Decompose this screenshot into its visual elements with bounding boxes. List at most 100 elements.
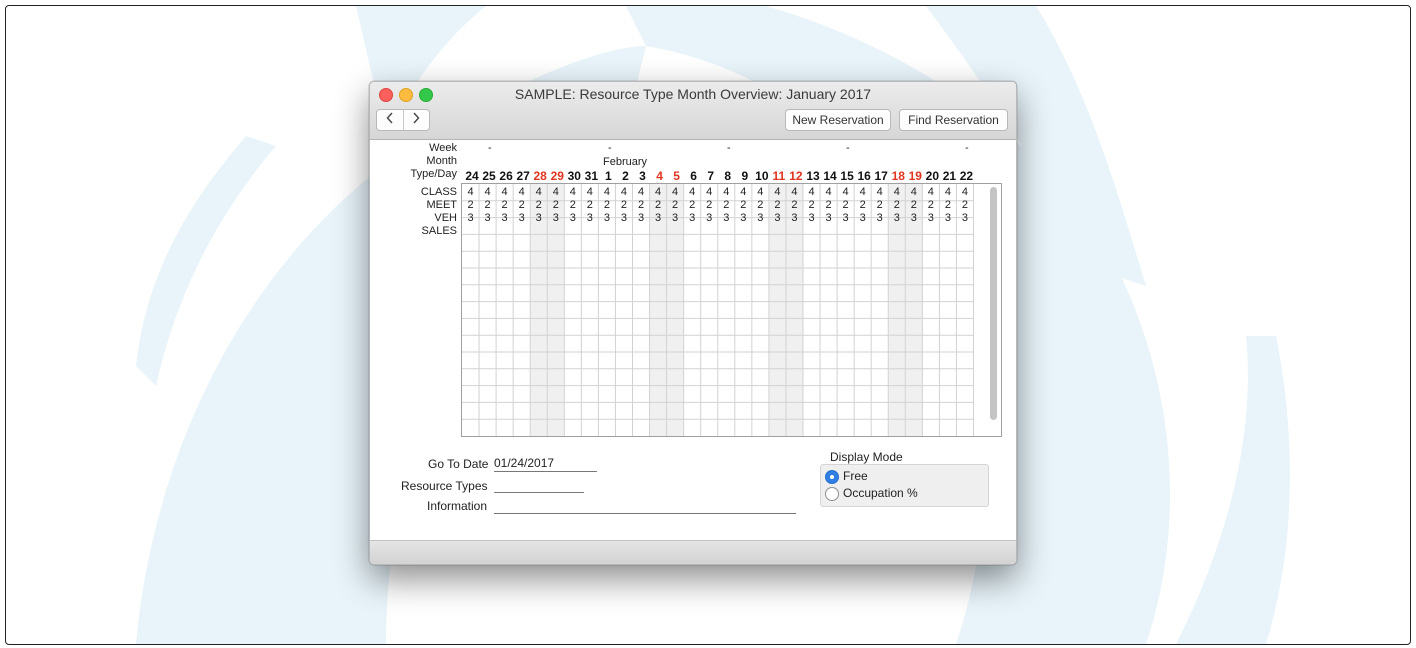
availability-cell[interactable]: 2 [871,199,888,211]
availability-cell[interactable]: 3 [888,212,905,224]
availability-cell[interactable]: 2 [769,199,786,211]
availability-cell[interactable]: 2 [939,199,956,211]
availability-cell[interactable]: 2 [786,199,803,211]
availability-cell[interactable]: 2 [667,199,684,211]
availability-cell[interactable]: 3 [479,212,496,224]
availability-cell[interactable]: 3 [786,212,803,224]
availability-cell[interactable]: 3 [633,212,650,224]
availability-cell[interactable]: 4 [871,186,888,198]
availability-cell[interactable]: 2 [701,199,718,211]
availability-cell[interactable]: 2 [513,199,530,211]
availability-cell[interactable]: 4 [615,186,632,198]
occupation-radio[interactable] [825,487,839,501]
availability-cell[interactable]: 2 [633,199,650,211]
availability-cell[interactable]: 4 [854,186,871,198]
availability-cell[interactable]: 4 [667,186,684,198]
availability-cell[interactable]: 2 [956,199,973,211]
availability-cell[interactable]: 3 [922,212,939,224]
availability-cell[interactable]: 3 [547,212,564,224]
availability-cell[interactable]: 4 [496,186,513,198]
availability-cell[interactable]: 3 [905,212,922,224]
availability-cell[interactable]: 3 [462,212,479,224]
availability-cell[interactable]: 4 [752,186,769,198]
availability-cell[interactable]: 3 [650,212,667,224]
availability-cell[interactable]: 3 [615,212,632,224]
availability-cell[interactable]: 2 [581,199,598,211]
availability-cell[interactable]: 3 [752,212,769,224]
availability-cell[interactable]: 3 [803,212,820,224]
free-radio[interactable] [825,470,839,484]
availability-cell[interactable]: 2 [462,199,479,211]
availability-cell[interactable]: 3 [820,212,837,224]
availability-cell[interactable]: 4 [956,186,973,198]
occupation-radio-label[interactable]: Occupation % [843,486,918,500]
availability-cell[interactable]: 2 [479,199,496,211]
availability-cell[interactable]: 3 [769,212,786,224]
availability-cell[interactable]: 4 [803,186,820,198]
availability-cell[interactable]: 4 [701,186,718,198]
availability-cell[interactable]: 3 [598,212,615,224]
availability-cell[interactable]: 2 [598,199,615,211]
availability-cell[interactable]: 2 [837,199,854,211]
availability-cell[interactable]: 4 [888,186,905,198]
availability-cell[interactable]: 2 [530,199,547,211]
availability-cell[interactable]: 2 [547,199,564,211]
availability-cell[interactable]: 4 [650,186,667,198]
find-reservation-button[interactable]: Find Reservation [899,109,1008,131]
back-button[interactable] [377,110,403,130]
availability-cell[interactable]: 3 [735,212,752,224]
availability-cell[interactable]: 4 [837,186,854,198]
availability-cell[interactable]: 4 [547,186,564,198]
availability-cell[interactable]: 3 [837,212,854,224]
availability-cell[interactable]: 3 [871,212,888,224]
availability-cell[interactable]: 4 [735,186,752,198]
availability-cell[interactable]: 4 [769,186,786,198]
availability-cell[interactable]: 4 [718,186,735,198]
availability-cell[interactable]: 2 [564,199,581,211]
free-radio-label[interactable]: Free [843,469,868,483]
availability-cell[interactable]: 3 [581,212,598,224]
availability-cell[interactable]: 2 [615,199,632,211]
availability-cell[interactable]: 4 [922,186,939,198]
availability-cell[interactable]: 3 [718,212,735,224]
availability-cell[interactable]: 3 [701,212,718,224]
availability-cell[interactable]: 4 [905,186,922,198]
availability-cell[interactable]: 4 [513,186,530,198]
availability-cell[interactable]: 3 [667,212,684,224]
availability-cell[interactable]: 3 [564,212,581,224]
availability-cell[interactable]: 2 [905,199,922,211]
availability-cell[interactable]: 4 [598,186,615,198]
resource-types-field[interactable] [494,477,584,493]
availability-cell[interactable]: 2 [752,199,769,211]
information-field[interactable] [494,498,796,514]
availability-cell[interactable]: 4 [684,186,701,198]
availability-cell[interactable]: 3 [530,212,547,224]
availability-cell[interactable]: 3 [956,212,973,224]
forward-button[interactable] [402,110,430,130]
new-reservation-button[interactable]: New Reservation [785,109,891,131]
availability-cell[interactable]: 4 [939,186,956,198]
vertical-scrollbar[interactable] [990,187,997,420]
availability-cell[interactable]: 2 [718,199,735,211]
availability-cell[interactable]: 2 [684,199,701,211]
availability-cell[interactable]: 2 [820,199,837,211]
availability-cell[interactable]: 3 [854,212,871,224]
availability-cell[interactable]: 2 [854,199,871,211]
availability-cell[interactable]: 3 [513,212,530,224]
availability-cell[interactable]: 2 [735,199,752,211]
availability-cell[interactable]: 2 [888,199,905,211]
availability-cell[interactable]: 2 [803,199,820,211]
availability-cell[interactable]: 3 [939,212,956,224]
availability-cell[interactable]: 2 [650,199,667,211]
go-to-date-field[interactable]: 01/24/2017 [494,456,597,472]
availability-cell[interactable]: 2 [496,199,513,211]
availability-cell[interactable]: 3 [496,212,513,224]
availability-cell[interactable]: 3 [684,212,701,224]
availability-cell[interactable]: 4 [786,186,803,198]
availability-cell[interactable]: 2 [922,199,939,211]
availability-cell[interactable]: 4 [820,186,837,198]
availability-cell[interactable]: 4 [462,186,479,198]
availability-cell[interactable]: 4 [564,186,581,198]
availability-cell[interactable]: 4 [633,186,650,198]
availability-cell[interactable]: 4 [479,186,496,198]
